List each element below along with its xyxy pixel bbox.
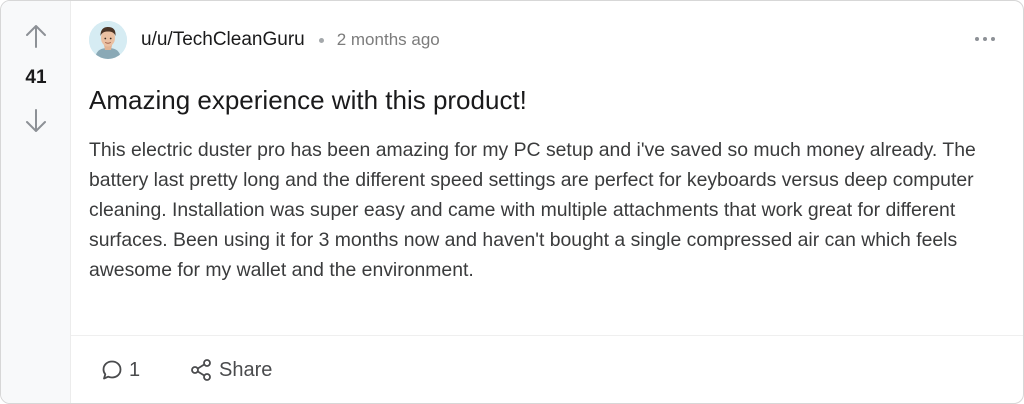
- post-card: 41 u/u/TechCleanGuru 2 months ago Amazin…: [0, 0, 1024, 404]
- arrow-up-icon: [26, 25, 46, 48]
- post-footer: 1 Share: [71, 336, 1023, 403]
- user-avatar-icon: [89, 21, 127, 59]
- arrow-down-icon: [26, 109, 46, 132]
- comments-count: 1: [129, 358, 141, 381]
- avatar[interactable]: [89, 21, 127, 59]
- post-content: u/u/TechCleanGuru 2 months ago Amazing e…: [71, 1, 1023, 403]
- post-header: u/u/TechCleanGuru 2 months ago: [89, 20, 440, 60]
- upvote-button[interactable]: [22, 22, 50, 50]
- comment-icon: [102, 360, 122, 380]
- post-author[interactable]: u/u/TechCleanGuru: [141, 29, 305, 51]
- separator-dot: [318, 37, 324, 43]
- post-timestamp: 2 months ago: [336, 30, 440, 49]
- share-button[interactable]: Share: [189, 356, 272, 384]
- post-title: Amazing experience with this product!: [89, 85, 527, 115]
- vote-column: 41: [1, 1, 71, 403]
- post-body: This electric duster pro has been amazin…: [89, 139, 976, 281]
- share-icon: [191, 359, 211, 381]
- more-horizontal-icon: [975, 37, 995, 41]
- vote-count: 41: [25, 67, 47, 88]
- downvote-button[interactable]: [22, 107, 50, 135]
- comments-button[interactable]: 1: [101, 356, 140, 384]
- share-label: Share: [219, 358, 273, 381]
- more-options-button[interactable]: [973, 29, 997, 49]
